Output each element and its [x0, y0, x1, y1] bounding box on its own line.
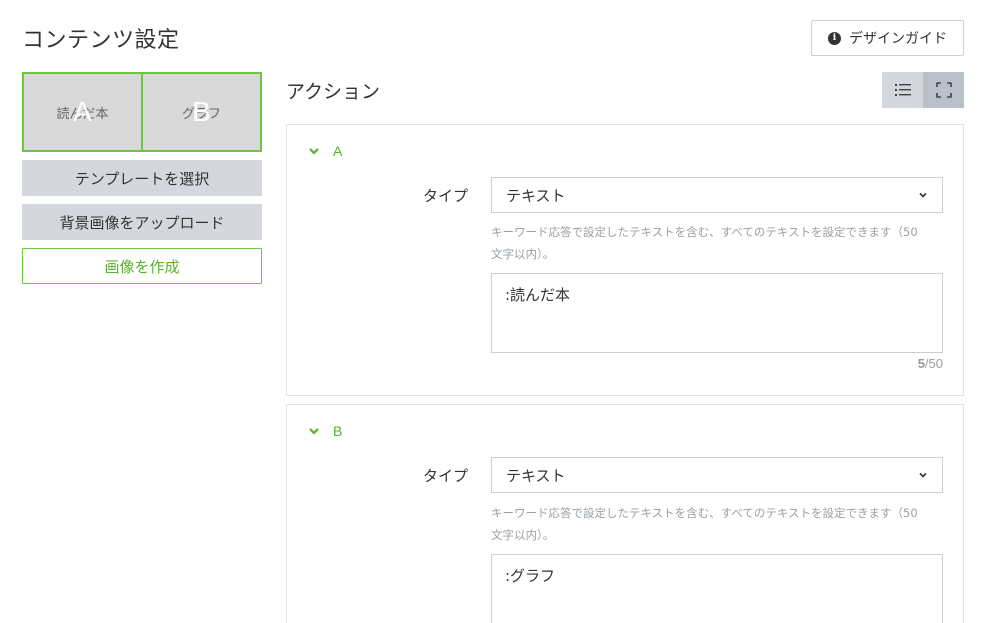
- preview-cell-b[interactable]: グラフ B: [141, 74, 260, 150]
- char-count-max: /50: [924, 356, 943, 371]
- select-template-button[interactable]: テンプレートを選択: [22, 160, 262, 196]
- actions-title: アクション: [286, 81, 381, 103]
- text-input-b[interactable]: :グラフ: [491, 554, 943, 623]
- chevron-down-icon: [919, 192, 927, 198]
- upload-background-button[interactable]: 背景画像をアップロード: [22, 204, 262, 240]
- image-preview: 読んだ本 A グラフ B: [22, 72, 262, 152]
- type-label: タイプ: [423, 187, 469, 205]
- action-panel-a: A タイプ テキスト キーワード応答で設定したテキストを含む、すべてのテキストを…: [286, 124, 964, 396]
- design-guide-label: デザインガイド: [849, 31, 947, 47]
- panel-a-name: A: [333, 143, 343, 159]
- type-select-b[interactable]: テキスト: [491, 457, 943, 493]
- type-select-value: テキスト: [506, 186, 566, 205]
- char-counter-a: 5/50: [918, 356, 943, 371]
- page-title: コンテンツ設定: [22, 28, 180, 53]
- type-label: タイプ: [423, 467, 469, 485]
- design-guide-button[interactable]: i デザインガイド: [811, 20, 964, 56]
- chevron-down-icon: [919, 472, 927, 478]
- panel-b-name: B: [333, 423, 343, 439]
- chevron-down-icon: [309, 428, 319, 435]
- expand-icon: [935, 82, 952, 98]
- view-toggle: [882, 72, 964, 108]
- type-select-a[interactable]: テキスト: [491, 177, 943, 213]
- preview-cell-letter: B: [192, 96, 211, 127]
- help-line: キーワード応答で設定したテキストを含む、すべてのテキストを設定できます（50: [491, 225, 918, 239]
- preview-cell-a[interactable]: 読んだ本 A: [24, 74, 141, 150]
- list-view-button[interactable]: [882, 72, 923, 108]
- text-input-a[interactable]: :読んだ本: [491, 273, 943, 353]
- action-panel-b: B タイプ テキスト キーワード応答で設定したテキストを含む、すべてのテキストを…: [286, 404, 964, 623]
- preview-cell-letter: A: [73, 96, 92, 127]
- help-text-b: キーワード応答で設定したテキストを含む、すべてのテキストを設定できます（50 文…: [491, 502, 943, 546]
- help-text-a: キーワード応答で設定したテキストを含む、すべてのテキストを設定できます（50 文…: [491, 221, 943, 265]
- help-line: 文字以内）。: [491, 528, 555, 542]
- help-line: 文字以内）。: [491, 247, 555, 261]
- char-count-current: 5: [917, 356, 925, 371]
- help-line: キーワード応答で設定したテキストを含む、すべてのテキストを設定できます（50: [491, 506, 918, 520]
- panel-b-header[interactable]: B: [307, 423, 342, 439]
- create-image-button[interactable]: 画像を作成: [22, 248, 262, 284]
- panel-a-header[interactable]: A: [307, 143, 342, 159]
- chevron-down-icon: [309, 148, 319, 155]
- list-icon: [894, 84, 911, 96]
- expand-view-button[interactable]: [923, 72, 964, 108]
- type-select-value: テキスト: [506, 466, 566, 485]
- info-icon: i: [828, 31, 841, 45]
